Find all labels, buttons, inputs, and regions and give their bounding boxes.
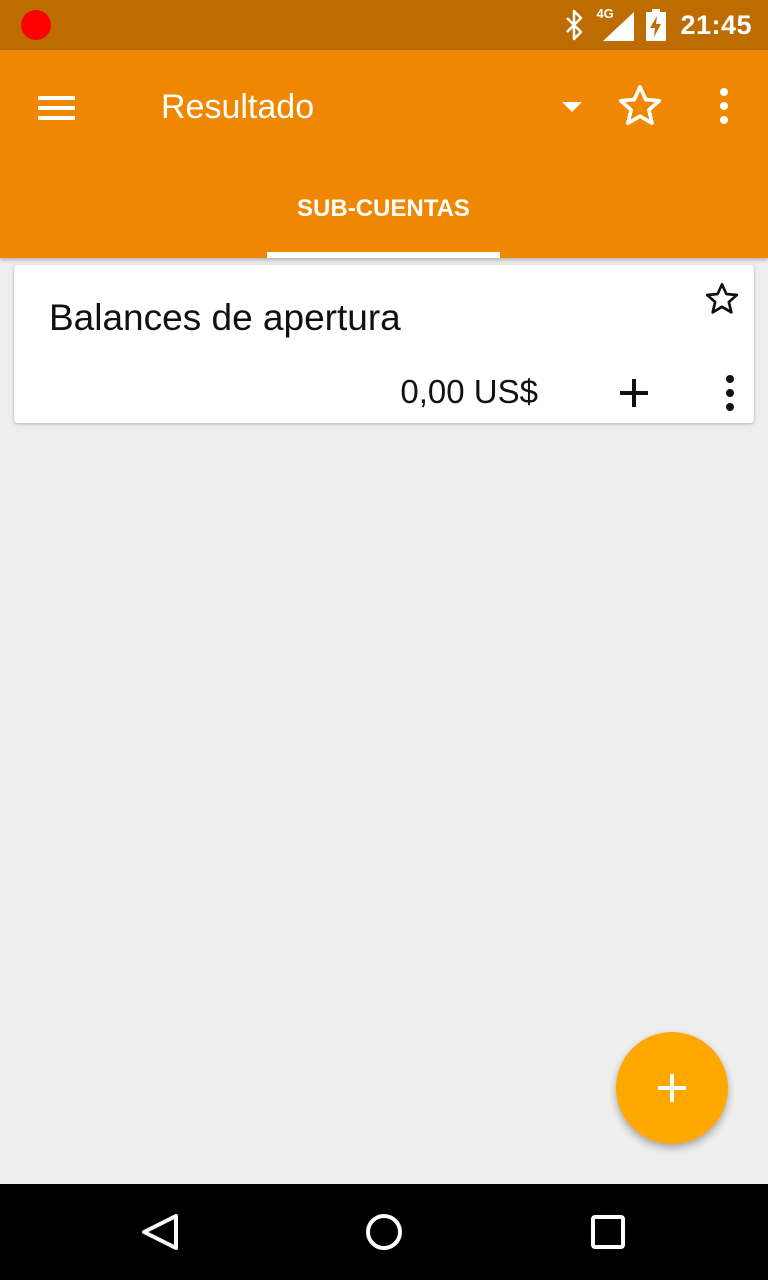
menu-icon[interactable] bbox=[28, 80, 84, 136]
account-card[interactable]: Balances de apertura 0,00 US$ bbox=[14, 265, 754, 423]
add-transaction-icon[interactable] bbox=[612, 371, 656, 415]
overflow-menu-icon[interactable] bbox=[698, 80, 750, 132]
account-balance: 0,00 US$ bbox=[400, 373, 538, 410]
app-toolbar: Resultado SUB-CUENTAS bbox=[0, 50, 768, 258]
status-icons: 4G 21:45 bbox=[564, 0, 752, 50]
recents-icon[interactable] bbox=[584, 1208, 632, 1256]
recording-indicator-icon bbox=[21, 10, 51, 40]
back-icon[interactable] bbox=[136, 1208, 184, 1256]
navigation-bar bbox=[0, 1184, 768, 1280]
home-icon[interactable] bbox=[360, 1208, 408, 1256]
tab-sub-cuentas[interactable]: SUB-CUENTAS bbox=[267, 160, 500, 258]
signal-icon: 4G bbox=[596, 6, 636, 42]
plus-icon bbox=[658, 1074, 686, 1102]
toolbar-title[interactable]: Resultado bbox=[161, 88, 314, 127]
battery-icon bbox=[646, 9, 667, 41]
account-overflow-menu-icon[interactable] bbox=[710, 371, 750, 415]
star-icon[interactable] bbox=[614, 80, 666, 132]
add-account-fab[interactable] bbox=[616, 1032, 728, 1144]
account-name: Balances de apertura bbox=[49, 297, 401, 338]
status-bar: 4G 21:45 bbox=[0, 0, 768, 50]
bluetooth-icon bbox=[566, 9, 583, 41]
tab-label: SUB-CUENTAS bbox=[297, 195, 470, 222]
favorite-star-icon[interactable] bbox=[702, 279, 742, 319]
tab-indicator bbox=[267, 252, 500, 258]
status-time: 21:45 bbox=[680, 9, 752, 40]
dropdown-icon[interactable] bbox=[556, 94, 588, 118]
